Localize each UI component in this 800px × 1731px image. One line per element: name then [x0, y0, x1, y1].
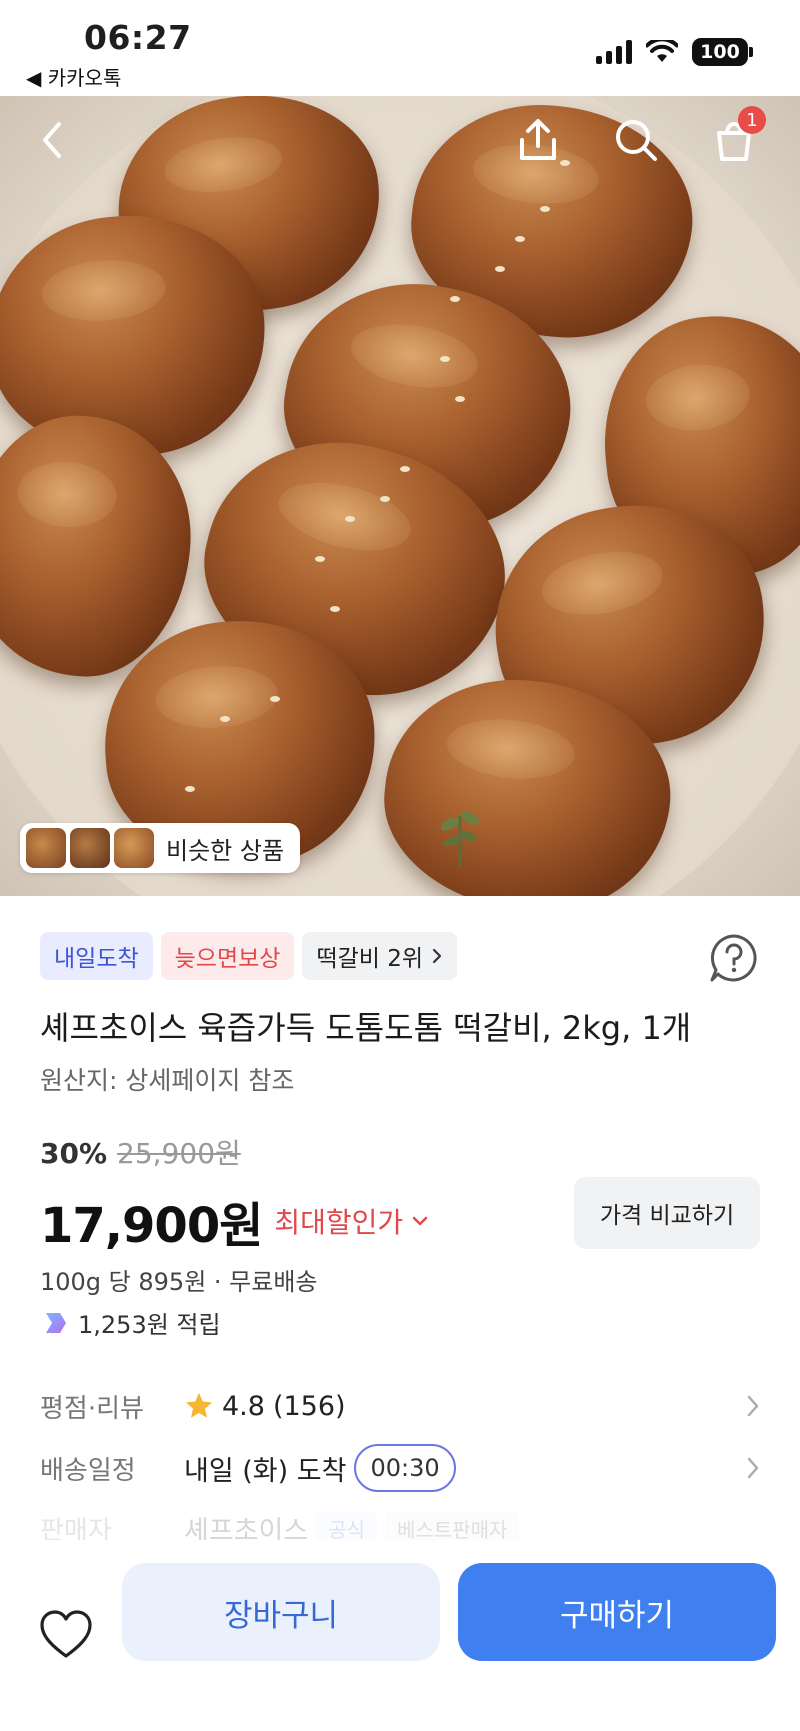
- max-discount-label: 최대할인가: [274, 1206, 404, 1239]
- tag-delivery: 내일도착: [40, 932, 153, 980]
- unit-price-shipping: 100g 당 895원 · 무료배송: [40, 1268, 318, 1296]
- bottom-action-bar: 장바구니 구매하기: [0, 1540, 800, 1731]
- similar-products-button[interactable]: 비슷한 상품: [20, 823, 301, 873]
- shipping-label: 배송일정: [40, 1455, 136, 1486]
- similar-thumbnail: [70, 828, 110, 868]
- shipping-date: 내일 (화) 도착: [184, 1455, 347, 1487]
- search-icon: [616, 120, 657, 161]
- original-price: 25,900원: [117, 1137, 241, 1170]
- product-title: 셰프초이스 육즙가득 도톰도톰 떡갈비, 2kg, 1개: [40, 1009, 692, 1047]
- back-button[interactable]: [24, 112, 80, 168]
- question-bubble-icon[interactable]: [708, 932, 760, 984]
- search-button[interactable]: [608, 112, 664, 168]
- similar-products-label: 비슷한 상품: [166, 836, 285, 865]
- share-button[interactable]: [510, 112, 566, 168]
- status-time: 06:27: [84, 18, 192, 57]
- tag-category-rank[interactable]: 떡갈비 2위: [302, 932, 458, 980]
- shipping-schedule-row[interactable]: 배송일정 내일 (화) 도착 00:30: [40, 1438, 760, 1498]
- sale-price: 17,900원: [40, 1198, 263, 1254]
- price-row: 17,900원 최대할인가: [40, 1186, 429, 1256]
- cart-count-badge: 1: [738, 106, 766, 134]
- product-image[interactable]: 1 비슷한 상품: [0, 96, 800, 896]
- product-tags: 내일도착 늦으면보상 떡갈비 2위: [40, 932, 458, 980]
- cart-button[interactable]: 1: [706, 106, 766, 168]
- herb-garnish: [440, 811, 480, 866]
- shipping-summary: 내일 (화) 도착 00:30: [184, 1444, 456, 1492]
- category-rank-label: 떡갈비 2위: [316, 946, 424, 972]
- discount-percent: 30%: [40, 1137, 108, 1170]
- similar-thumbnail: [26, 828, 66, 868]
- order-countdown: 00:30: [354, 1444, 456, 1492]
- max-discount-toggle[interactable]: 최대할인가: [274, 1201, 429, 1241]
- rating-summary: 4.8 (156): [184, 1391, 346, 1422]
- product-origin: 원산지: 상세페이지 참조: [40, 1066, 295, 1095]
- reward-points-label: 1,253원 적립: [78, 1311, 221, 1339]
- buy-now-button[interactable]: 구매하기: [458, 1563, 776, 1661]
- discount-row: 30% 25,900원: [40, 1132, 241, 1172]
- similar-thumbnail: [114, 828, 154, 868]
- rating-review-row[interactable]: 평점·리뷰 4.8 (156): [40, 1376, 760, 1436]
- add-to-cart-button[interactable]: 장바구니: [122, 1563, 440, 1661]
- status-bar: 06:27 ◀ 카카오톡 100: [0, 0, 800, 96]
- wifi-icon: [646, 40, 678, 62]
- rating-value: 4.8: [222, 1390, 265, 1422]
- tag-late-compensation: 늦으면보상: [160, 932, 295, 980]
- chevron-left-icon: [43, 122, 61, 158]
- status-indicators: 100: [596, 36, 753, 68]
- star-icon: [186, 1393, 212, 1418]
- points-icon: [46, 1312, 66, 1333]
- reward-points: 1,253원 적립: [40, 1305, 221, 1340]
- share-icon: [520, 119, 556, 160]
- back-to-app-link[interactable]: ◀ 카카오톡: [26, 62, 121, 91]
- chevron-right-icon: [432, 948, 442, 964]
- battery-indicator: 100: [692, 38, 753, 66]
- chevron-right-icon: [747, 1457, 759, 1479]
- review-count: (156): [272, 1390, 346, 1422]
- price-compare-button[interactable]: 가격 비교하기: [574, 1177, 760, 1249]
- rating-label: 평점·리뷰: [40, 1393, 144, 1424]
- signal-icon: [596, 40, 632, 64]
- chevron-right-icon: [747, 1395, 759, 1417]
- chevron-down-icon: [413, 1216, 428, 1226]
- heart-icon[interactable]: [38, 1608, 94, 1664]
